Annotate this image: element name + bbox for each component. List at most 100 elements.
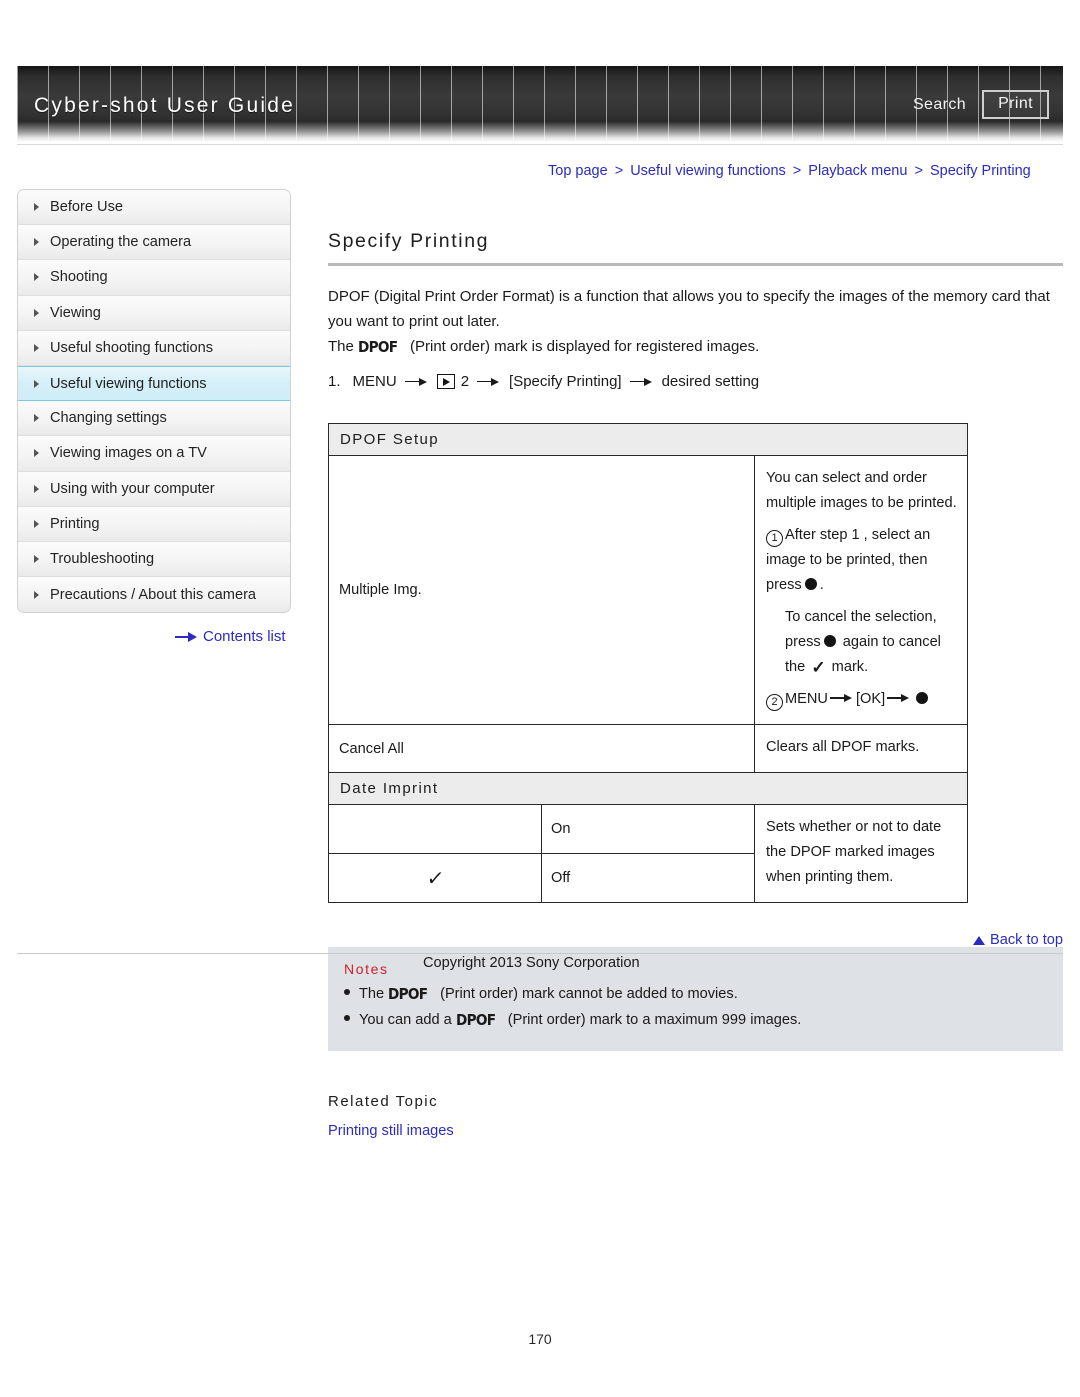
related-topic-title: Related Topic xyxy=(328,1093,439,1110)
chevron-right-icon xyxy=(34,449,39,458)
chevron-right-icon xyxy=(34,308,39,317)
step-instruction: 1. MENU 2 [Specify Printing] desired set… xyxy=(328,373,1063,390)
step-bracket-item: [Specify Printing] xyxy=(509,373,622,390)
check-mark-icon: ✓ xyxy=(424,867,445,890)
row-label-multiple-img: Multiple Img. xyxy=(328,455,755,725)
desc-step-2: 2 MENU [OK] xyxy=(766,687,957,712)
check-mark-icon: ✓ xyxy=(811,658,826,677)
sidebar-item-before-use[interactable]: Before Use xyxy=(18,190,290,226)
print-button[interactable]: Print xyxy=(982,90,1049,119)
copyright-text: Copyright 2013 Sony Corporation xyxy=(423,955,640,971)
chevron-right-icon xyxy=(34,273,39,282)
sidebar-item-label: Before Use xyxy=(50,199,124,216)
desc-step-2-ok: [OK] xyxy=(855,691,886,707)
sidebar-item-label: Viewing xyxy=(50,304,101,321)
chevron-right-icon xyxy=(34,343,39,352)
arrow-right-icon xyxy=(477,377,501,387)
contents-list-link[interactable]: Contents list xyxy=(175,628,286,645)
note-item: You can add a DPOF (Print order) mark to… xyxy=(344,1007,1063,1033)
related-topic-link-printing-still-images[interactable]: Printing still images xyxy=(328,1123,1063,1139)
option-label-on: On xyxy=(541,804,755,854)
chevron-right-icon xyxy=(34,590,39,599)
triangle-up-icon xyxy=(972,935,985,945)
page-number: 170 xyxy=(528,1331,552,1347)
sidebar-item-label: Viewing images on a TV xyxy=(50,445,207,462)
date-imprint-section-title: Date Imprint xyxy=(328,772,968,805)
selected-indicator-on xyxy=(328,804,542,854)
table-row-section-header: DPOF Setup xyxy=(328,423,968,456)
step-menu-index: 2 xyxy=(460,373,470,390)
control-button-icon xyxy=(804,578,817,590)
settings-table: DPOF Setup Multiple Img. You can select … xyxy=(328,423,968,903)
desc-line-1: You can select and order multiple images… xyxy=(766,470,957,511)
row-description-multiple-img: You can select and order multiple images… xyxy=(754,455,968,725)
intro-line-2-prefix: The xyxy=(328,338,354,355)
sidebar-item-printing[interactable]: Printing xyxy=(18,506,290,542)
chevron-right-icon xyxy=(34,238,39,247)
sidebar-item-label: Changing settings xyxy=(50,410,167,427)
sidebar-item-useful-shooting-functions[interactable]: Useful shooting functions xyxy=(18,330,290,366)
note-item: The DPOF (Print order) mark cannot be ad… xyxy=(344,981,1063,1007)
sidebar-nav: Before Use Operating the camera Shooting… xyxy=(17,189,291,614)
chevron-right-icon xyxy=(34,414,39,423)
chevron-right-icon xyxy=(34,379,39,388)
sidebar-item-viewing[interactable]: Viewing xyxy=(18,295,290,331)
breadcrumb-item-playback-menu[interactable]: Playback menu xyxy=(808,163,907,179)
table-row-section-header: Date Imprint xyxy=(328,772,968,805)
sidebar-item-troubleshooting[interactable]: Troubleshooting xyxy=(18,541,290,578)
circled-number-1-icon: 1 xyxy=(766,530,783,547)
option-label-off: Off xyxy=(541,853,755,903)
sidebar-item-label: Printing xyxy=(50,515,100,532)
selected-indicator-off: ✓ xyxy=(328,853,542,903)
playback-icon xyxy=(436,374,455,389)
breadcrumb: Top page > Useful viewing functions > Pl… xyxy=(548,163,1031,179)
sidebar-item-shooting[interactable]: Shooting xyxy=(18,260,290,296)
sidebar-item-operating-the-camera[interactable]: Operating the camera xyxy=(18,225,290,261)
bullet-icon xyxy=(344,989,350,995)
sidebar-item-label: Useful viewing functions xyxy=(50,375,207,392)
breadcrumb-separator: > xyxy=(792,163,802,179)
sidebar-item-precautions-about-this-camera[interactable]: Precautions / About this camera xyxy=(18,577,290,613)
bullet-icon xyxy=(344,1015,350,1021)
circled-number-2-icon: 2 xyxy=(766,694,783,711)
sidebar-item-using-with-your-computer[interactable]: Using with your computer xyxy=(18,471,290,507)
dpof-setup-section-title: DPOF Setup xyxy=(328,423,968,456)
search-button[interactable]: Search xyxy=(913,96,966,114)
related-topic-section: Related Topic Printing still images xyxy=(328,1093,1063,1139)
dpof-logo-icon: DPOF xyxy=(455,1011,496,1029)
step-result: desired setting xyxy=(661,373,760,390)
sidebar-item-label: Useful shooting functions xyxy=(50,339,214,356)
breadcrumb-separator: > xyxy=(914,163,923,179)
main-content: Specify Printing DPOF (Digital Print Ord… xyxy=(328,189,1063,1139)
title-divider xyxy=(328,263,1063,266)
breadcrumb-item-top-page[interactable]: Top page xyxy=(548,163,608,179)
note-prefix: The xyxy=(359,986,385,1002)
sidebar-item-viewing-images-on-a-tv[interactable]: Viewing images on a TV xyxy=(18,436,290,472)
step-menu-label: MENU xyxy=(352,373,397,390)
desc-step-2-menu: MENU xyxy=(785,691,828,707)
back-to-top-link[interactable]: Back to top xyxy=(972,932,1063,948)
sidebar-item-useful-viewing-functions[interactable]: Useful viewing functions xyxy=(18,365,290,402)
step-number: 1. xyxy=(328,373,341,390)
chevron-right-icon xyxy=(34,203,39,212)
app-title: Cyber-shot User Guide xyxy=(34,94,295,117)
control-button-icon xyxy=(916,692,929,704)
dpof-logo-icon: DPOF xyxy=(358,338,398,356)
intro-line-2-suffix: (Print order) mark is displayed for regi… xyxy=(410,338,760,355)
breadcrumb-separator: > xyxy=(614,163,624,179)
desc-cancel-text-c: mark. xyxy=(831,659,869,675)
sidebar-item-changing-settings[interactable]: Changing settings xyxy=(18,401,290,437)
intro-line-1: DPOF (Digital Print Order Format) is a f… xyxy=(328,288,1050,330)
desc-step-1: 1 After step 1 , select an image to be pr… xyxy=(766,523,957,598)
chevron-right-icon xyxy=(34,484,39,493)
chevron-right-icon xyxy=(34,519,39,528)
header-divider xyxy=(17,144,1063,145)
arrow-right-icon xyxy=(175,631,197,642)
note-prefix: You can add a xyxy=(359,1012,452,1028)
desc-step-1-cancel: To cancel the selection, press again to … xyxy=(766,605,957,680)
table-row: On Sets whether or not to date the DPOF … xyxy=(328,804,968,903)
date-imprint-description: Sets whether or not to date the DPOF mar… xyxy=(754,804,968,903)
dpof-logo-icon: DPOF xyxy=(388,985,428,1003)
page-title: Specify Printing xyxy=(328,230,490,252)
breadcrumb-item-useful-viewing-functions[interactable]: Useful viewing functions xyxy=(630,163,786,179)
